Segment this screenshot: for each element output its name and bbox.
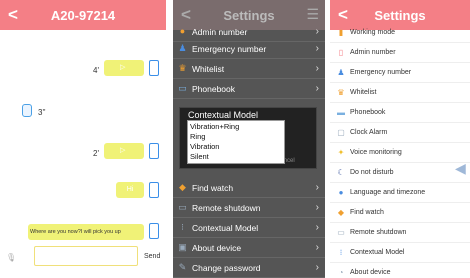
settings-item[interactable]: ◆ Find watch <box>330 204 470 223</box>
settings-item[interactable]: ♛ Whitelist <box>330 84 470 103</box>
chevron-right-icon: › <box>315 182 319 193</box>
option-vibration[interactable]: Vibration <box>190 142 219 151</box>
text-message-bubble[interactable]: Hi <box>116 182 144 198</box>
settings-item[interactable]: ♟ Emergency number › <box>173 39 325 59</box>
clock-icon: ▢ <box>337 128 345 137</box>
chevron-right-icon: › <box>315 26 319 37</box>
lock-icon: ✎ <box>178 262 187 272</box>
working-mode-icon: ▮ <box>338 28 344 37</box>
settings-item[interactable]: ⁝ Contextual Model › <box>173 218 325 238</box>
pointer-arrow-icon: ◀ <box>455 160 466 176</box>
chevron-right-icon: › <box>315 222 319 233</box>
whitelist-icon: ♛ <box>178 63 187 73</box>
phone-avatar-icon <box>149 60 159 76</box>
settings-item[interactable]: ▣ About device › <box>173 238 325 258</box>
person-icon: ● <box>179 26 186 36</box>
people-icon: ♟ <box>337 68 345 77</box>
device-title: A20-97214 <box>50 8 116 23</box>
voice-icon: ✦ <box>337 148 345 157</box>
voice-message-bubble[interactable]: ▷ <box>104 143 144 159</box>
dialog-title: Contextual Model <box>188 110 259 120</box>
phone-avatar-icon <box>149 182 159 198</box>
shutdown-icon: ▭ <box>178 202 187 212</box>
settings-item[interactable]: ▭ Remote shutdown <box>330 224 470 243</box>
voice-message-bubble[interactable]: ▷ <box>104 60 144 76</box>
mode-options-list: Vibration+Ring Ring Vibration Silent <box>187 120 285 164</box>
settings-item[interactable]: ▮ Working mode <box>330 24 470 43</box>
chevron-right-icon: › <box>315 83 319 94</box>
settings-item[interactable]: ✦ Voice monitoring <box>330 144 470 163</box>
text-message-bubble[interactable]: Where are you now?I will pick you up <box>28 224 144 240</box>
info-icon: ◔ <box>338 268 344 277</box>
option-silent[interactable]: Silent <box>190 152 209 161</box>
message-duration: 2' <box>93 149 99 158</box>
chevron-right-icon: › <box>315 202 319 213</box>
people-icon: ♟ <box>178 43 187 53</box>
option-vibration-ring[interactable]: Vibration+Ring <box>190 122 239 131</box>
divider <box>166 0 173 278</box>
watch-avatar-icon <box>22 104 32 117</box>
find-icon: ◆ <box>337 208 345 217</box>
phone-avatar-icon <box>149 223 159 239</box>
shutdown-icon: ▭ <box>337 228 345 237</box>
menu-icon[interactable]: ☰ <box>306 6 319 23</box>
settings-item[interactable]: ⁝ Contextual Model <box>330 244 470 263</box>
moon-icon: ☾ <box>337 168 345 177</box>
chevron-right-icon: › <box>315 43 319 54</box>
settings-item[interactable]: ▯ Admin number <box>330 44 470 63</box>
settings-screen: < Settings ▮ Working mode ▯ Admin number ♟… <box>330 0 470 278</box>
phonebook-icon: ▬ <box>337 108 345 117</box>
settings-item[interactable]: ● Language and timezone <box>330 184 470 203</box>
settings-item[interactable]: ♛ Whitelist › <box>173 59 325 79</box>
mode-icon: ⁝ <box>339 248 343 257</box>
settings-item[interactable]: ♟ Emergency number <box>330 64 470 83</box>
globe-icon: ● <box>338 188 344 197</box>
whitelist-icon: ♛ <box>337 88 345 97</box>
settings-dialog-screen: < Settings ☰ ● Admin number › ♟ Emergency n… <box>173 0 325 278</box>
find-icon: ◆ <box>179 182 186 192</box>
chat-screen: < A20-97214 4' ▷ 3'' 2' ▷ Hi Where are y… <box>0 0 166 278</box>
settings-title: Settings <box>374 8 426 23</box>
phonebook-icon: ▭ <box>178 83 187 93</box>
chat-header: < A20-97214 <box>0 0 166 30</box>
microphone-icon[interactable]: 🎙 <box>6 253 16 262</box>
chevron-right-icon: › <box>315 262 319 273</box>
settings-item[interactable]: ☾ Do not disturb <box>330 164 470 183</box>
message-input[interactable] <box>34 246 138 266</box>
settings-item[interactable]: ▭ Phonebook › <box>173 79 325 99</box>
chevron-right-icon: › <box>315 63 319 74</box>
info-icon: ▣ <box>178 242 187 252</box>
settings-item[interactable]: ▢ Clock Alarm <box>330 124 470 143</box>
phone-avatar-icon <box>149 143 159 159</box>
settings-item[interactable]: ▭ Remote shutdown › <box>173 198 325 218</box>
settings-item[interactable]: ✎ Change password › <box>173 258 325 278</box>
message-duration: 3'' <box>38 108 46 117</box>
settings-item[interactable]: ▬ Phonebook <box>330 104 470 123</box>
option-ring[interactable]: Ring <box>190 132 205 141</box>
mode-icon: ⁝ <box>181 222 184 232</box>
chevron-right-icon: › <box>315 242 319 253</box>
settings-title: Settings <box>223 8 275 23</box>
person-icon: ▯ <box>338 48 344 57</box>
settings-item[interactable]: ◆ Find watch › <box>173 178 325 198</box>
message-duration: 4' <box>93 66 99 75</box>
send-button[interactable]: Send <box>144 253 160 260</box>
settings-item[interactable]: ◔ About device <box>330 264 470 278</box>
